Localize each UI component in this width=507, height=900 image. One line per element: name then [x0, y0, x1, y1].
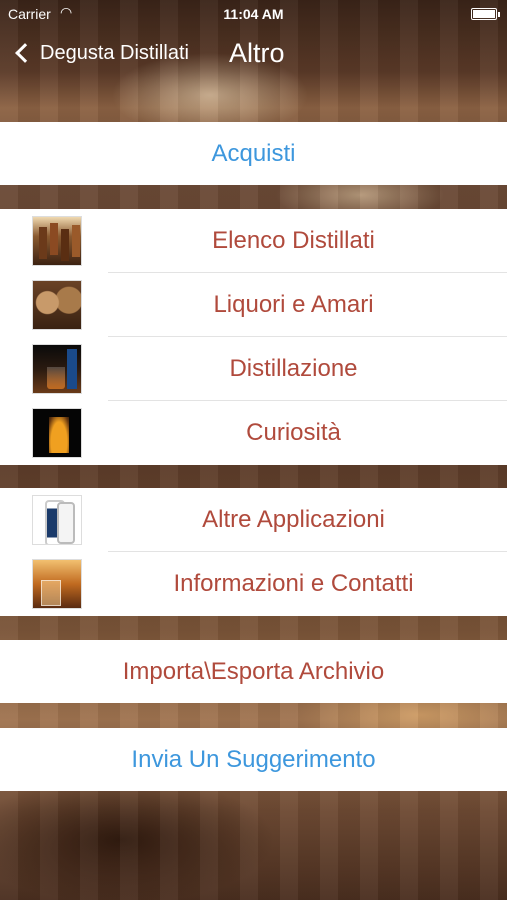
bottles-thumbnail-icon	[32, 216, 82, 266]
menu-item-distillazione[interactable]: Distillazione	[0, 337, 507, 401]
status-bar: Carrier ◠ 11:04 AM	[0, 0, 507, 28]
phone-thumbnail-icon	[32, 495, 82, 545]
glass-thumbnail-icon	[32, 344, 82, 394]
menu-item-label: Liquori e Amari	[213, 291, 374, 318]
chevron-left-icon	[15, 43, 35, 63]
menu-item-informazioni-e-contatti[interactable]: Informazioni e Contatti	[0, 552, 507, 616]
menu-item-label: Elenco Distillati	[212, 227, 375, 254]
acquisti-button[interactable]: Acquisti	[0, 122, 507, 185]
menu-item-elenco-distillati[interactable]: Elenco Distillati	[0, 209, 507, 273]
whisky-thumbnail-icon	[32, 559, 82, 609]
clock: 11:04 AM	[223, 6, 284, 22]
back-button[interactable]: Degusta Distillati	[14, 38, 189, 68]
menu-item-curiosita[interactable]: Curiosità	[0, 401, 507, 465]
back-button-label: Degusta Distillati	[40, 41, 189, 64]
barrels-thumbnail-icon	[32, 280, 82, 330]
menu-item-liquori-e-amari[interactable]: Liquori e Amari	[0, 273, 507, 337]
invia-suggerimento-button[interactable]: Invia Un Suggerimento	[0, 728, 507, 791]
info-menu-group: Altre Applicazioni Informazioni e Contat…	[0, 488, 507, 616]
content-menu-group: Elenco Distillati Liquori e Amari Distil…	[0, 209, 507, 465]
menu-item-label: Altre Applicazioni	[202, 506, 385, 533]
importa-esporta-archivio-button[interactable]: Importa\Esporta Archivio	[0, 640, 507, 703]
menu-item-altre-applicazioni[interactable]: Altre Applicazioni	[0, 488, 507, 552]
navigation-bar: Degusta Distillati Altro	[0, 28, 507, 80]
menu-item-label: Informazioni e Contatti	[173, 570, 414, 597]
menu-item-label: Curiosità	[246, 419, 341, 446]
page-title: Altro	[229, 38, 285, 68]
battery-icon	[471, 8, 500, 20]
menu-item-label: Distillazione	[229, 355, 358, 382]
dark-bottle-thumbnail-icon	[32, 408, 82, 458]
